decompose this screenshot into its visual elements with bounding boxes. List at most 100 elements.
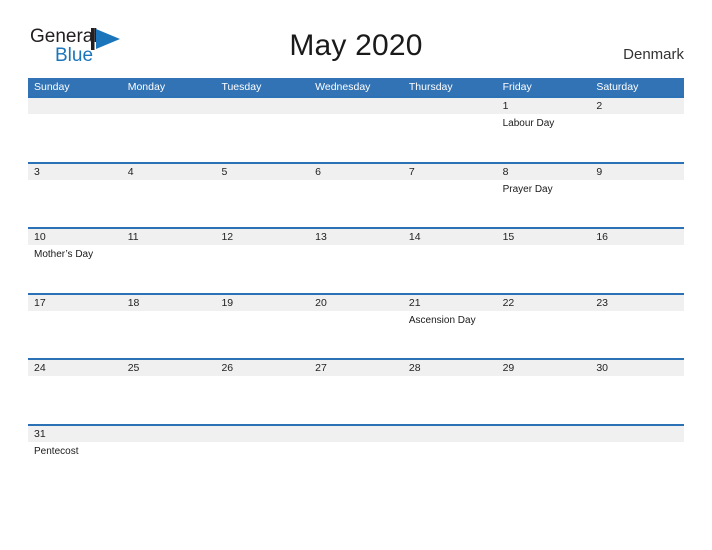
day-event [28, 180, 122, 229]
day-event [122, 442, 216, 491]
day-number[interactable]: 4 [122, 164, 216, 180]
week-row: 31 Pentecost [28, 423, 684, 491]
day-number[interactable]: 31 [28, 426, 122, 442]
day-number[interactable]: 20 [309, 295, 403, 311]
day-event: Labour Day [502, 118, 555, 129]
day-number[interactable] [590, 426, 684, 442]
day-number[interactable] [122, 98, 216, 114]
day-number[interactable]: 1 [497, 98, 591, 114]
day-event: Pentecost [34, 445, 79, 457]
page-header: General Blue May 2020 Denmark [0, 0, 712, 78]
day-number[interactable]: 7 [403, 164, 497, 180]
day-number[interactable] [122, 426, 216, 442]
day-number[interactable] [403, 98, 497, 114]
day-event [403, 114, 497, 163]
day-number[interactable]: 10 [28, 229, 122, 245]
day-number[interactable] [309, 98, 403, 114]
day-number[interactable]: 3 [28, 164, 122, 180]
day-number[interactable]: 19 [215, 295, 309, 311]
weekday-saturday: Saturday [596, 81, 639, 93]
day-event [122, 311, 216, 360]
day-number[interactable] [215, 98, 309, 114]
week-event-cells: Pentecost [28, 442, 684, 491]
day-event [28, 311, 122, 360]
day-event [215, 114, 309, 163]
week-event-cells: Ascension Day [28, 311, 684, 360]
day-event [590, 376, 684, 425]
week-event-cells: Labour Day [28, 114, 684, 163]
day-number[interactable]: 8 [497, 164, 591, 180]
day-number[interactable]: 9 [590, 164, 684, 180]
day-number[interactable]: 24 [28, 360, 122, 376]
day-event [497, 311, 591, 360]
day-event [122, 180, 216, 229]
week-row: 17 18 19 20 21 22 23 Ascension Day [28, 292, 684, 360]
day-event [590, 311, 684, 360]
weekday-thursday: Thursday [408, 81, 453, 93]
day-event [590, 245, 684, 294]
day-event: Ascension Day [408, 314, 476, 326]
day-number[interactable]: 12 [215, 229, 309, 245]
day-event [497, 442, 591, 491]
week-row: 3 4 5 6 7 8 9 Prayer Day [28, 161, 684, 229]
day-number[interactable]: 6 [309, 164, 403, 180]
week-event-cells: Prayer Day [28, 180, 684, 229]
day-event [309, 376, 403, 425]
day-number[interactable]: 2 [590, 98, 684, 114]
day-number[interactable]: 15 [497, 229, 591, 245]
day-event [215, 376, 309, 425]
day-event [403, 245, 497, 294]
week-event-cells [28, 376, 684, 425]
day-number[interactable]: 23 [590, 295, 684, 311]
day-event [28, 114, 122, 163]
day-event [215, 245, 309, 294]
day-event [497, 245, 591, 294]
day-number[interactable]: 26 [215, 360, 309, 376]
week-date-strip: 10 11 12 13 14 15 16 [28, 229, 684, 245]
week-date-strip: 1 2 [28, 98, 684, 114]
weekday-sunday: Sunday [34, 81, 70, 93]
day-number[interactable]: 28 [403, 360, 497, 376]
day-number[interactable]: 16 [590, 229, 684, 245]
week-row: 24 25 26 27 28 29 30 [28, 358, 684, 424]
weekday-header-row: Sunday Monday Tuesday Wednesday Thursday… [28, 78, 684, 96]
day-number[interactable]: 21 [403, 295, 497, 311]
week-date-strip: 24 25 26 27 28 29 30 [28, 360, 684, 376]
day-event [309, 442, 403, 491]
day-event [309, 311, 403, 360]
weekday-friday: Friday [502, 81, 532, 93]
week-row: 10 11 12 13 14 15 16 Mother’s Day [28, 227, 684, 293]
day-number[interactable]: 30 [590, 360, 684, 376]
day-number[interactable]: 18 [122, 295, 216, 311]
week-row: 1 2 Labour Day [28, 96, 684, 162]
day-event [590, 442, 684, 491]
day-number[interactable]: 14 [403, 229, 497, 245]
day-number[interactable] [215, 426, 309, 442]
day-number[interactable]: 17 [28, 295, 122, 311]
day-number[interactable]: 11 [122, 229, 216, 245]
day-event [122, 245, 216, 294]
day-event [403, 442, 497, 491]
day-event [215, 442, 309, 491]
day-number[interactable] [309, 426, 403, 442]
day-number[interactable]: 29 [497, 360, 591, 376]
day-event [497, 376, 591, 425]
day-number[interactable]: 27 [309, 360, 403, 376]
day-number[interactable] [28, 98, 122, 114]
day-event [122, 376, 216, 425]
day-number[interactable] [497, 426, 591, 442]
day-event [309, 245, 403, 294]
page-title: May 2020 [289, 29, 423, 62]
week-date-strip: 3 4 5 6 7 8 9 [28, 163, 684, 180]
day-number[interactable]: 25 [122, 360, 216, 376]
day-event [28, 376, 122, 425]
weekday-wednesday: Wednesday [315, 81, 371, 93]
day-event [403, 376, 497, 425]
day-number[interactable]: 13 [309, 229, 403, 245]
weekday-monday: Monday [127, 81, 166, 93]
day-number[interactable]: 5 [215, 164, 309, 180]
day-number[interactable] [403, 426, 497, 442]
day-event: Mother’s Day [34, 249, 94, 260]
day-event [309, 180, 403, 229]
day-number[interactable]: 22 [497, 295, 591, 311]
